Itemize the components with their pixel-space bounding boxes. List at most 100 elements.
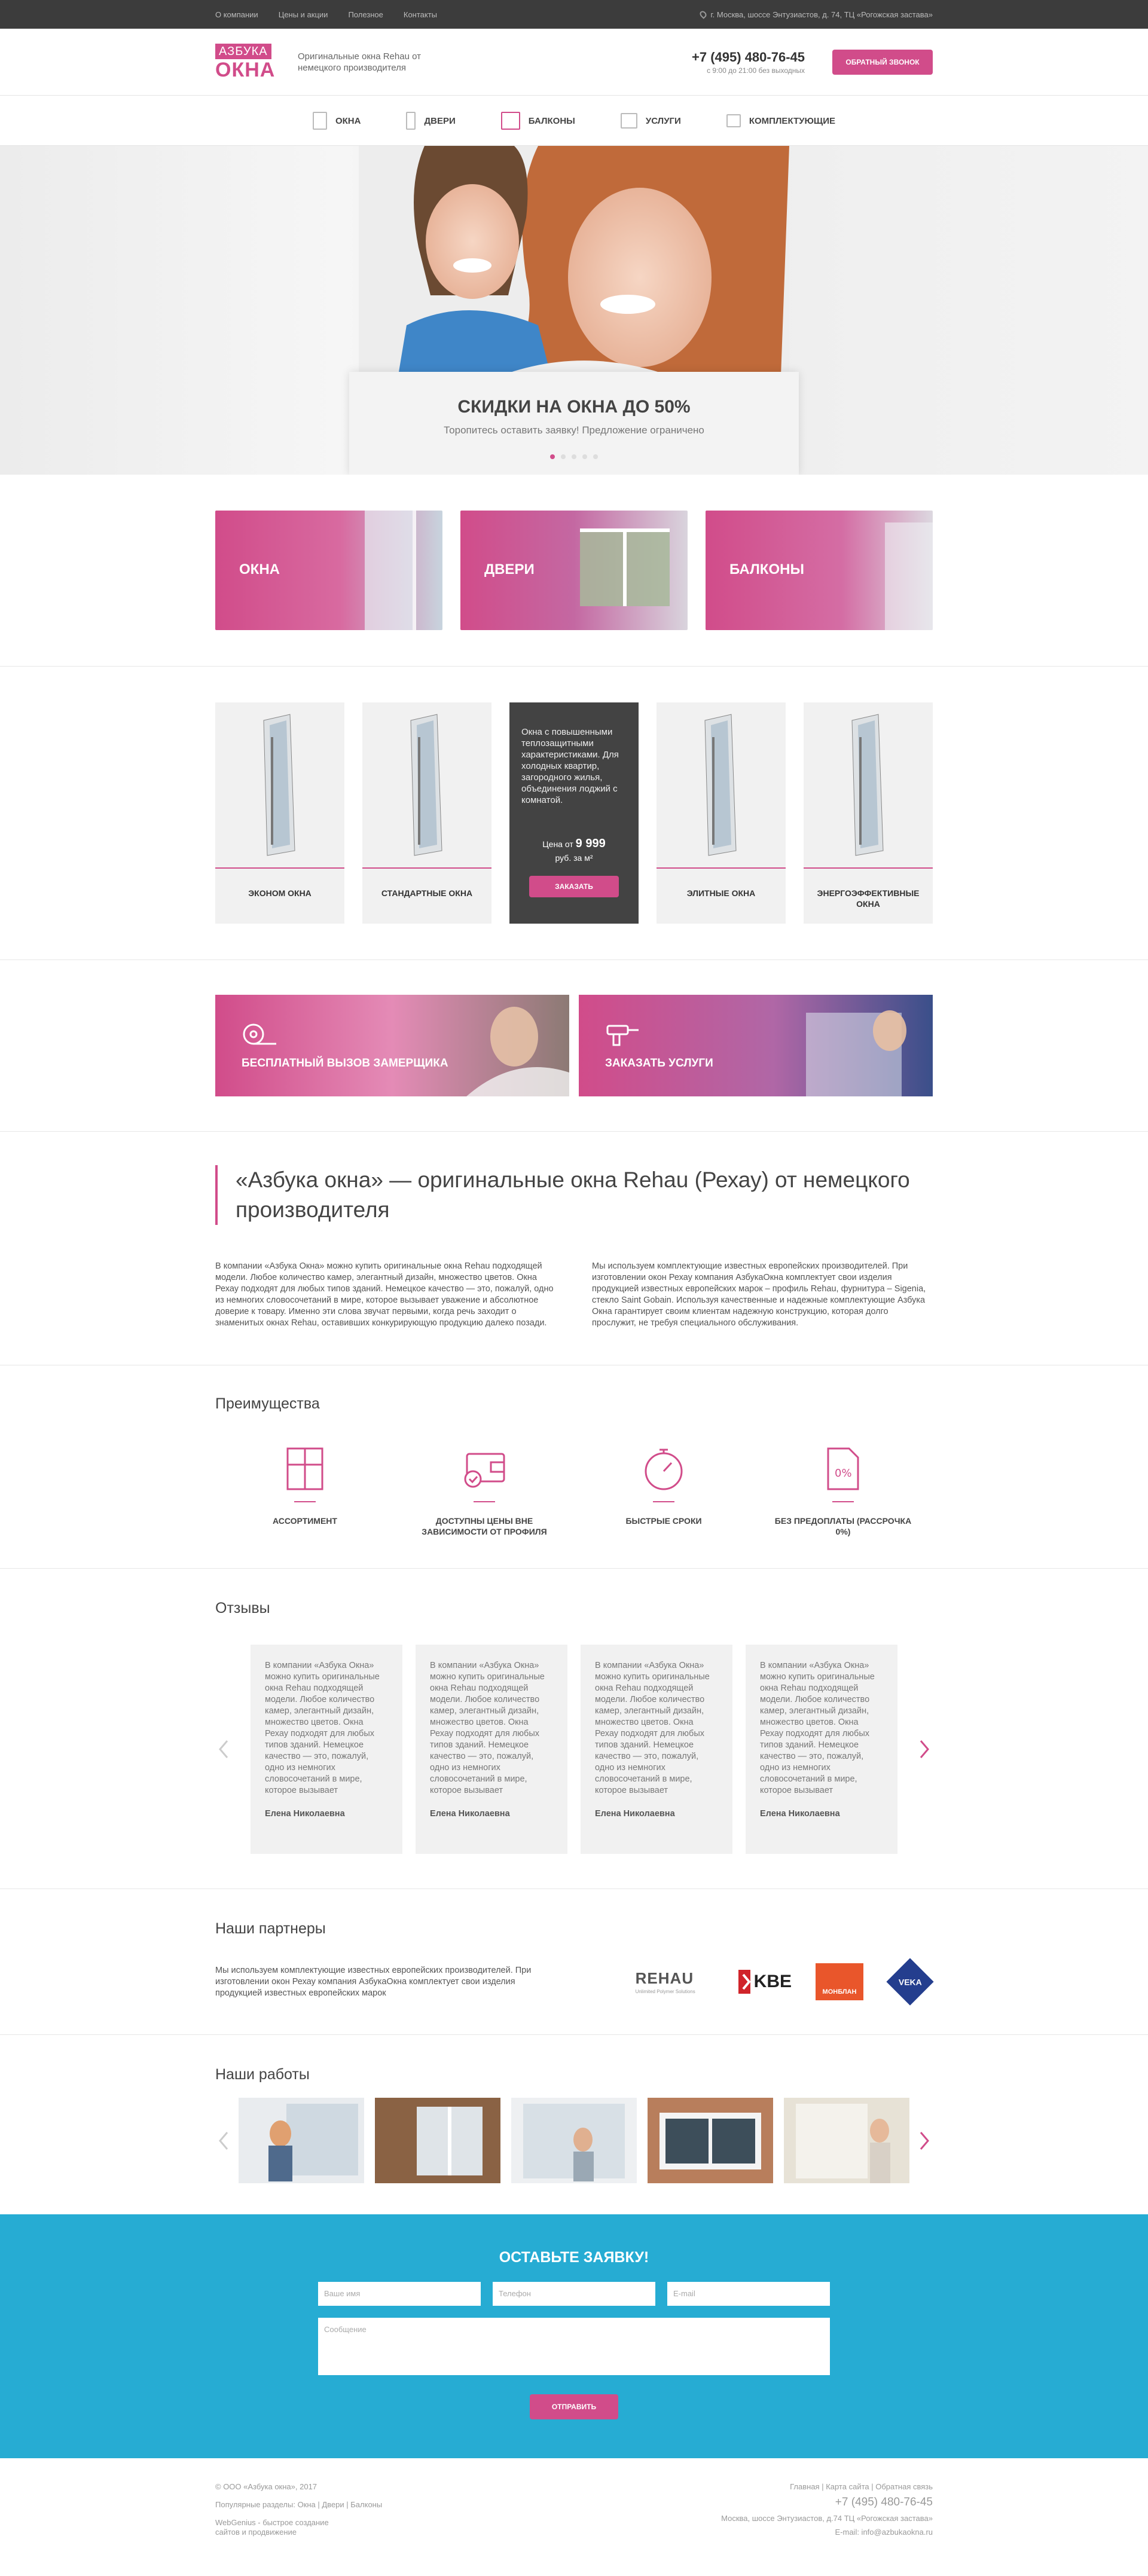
partners-title: Наши партнеры	[215, 1920, 326, 1937]
product-card-hover[interactable]: Окна с повышенными теплозащитными характ…	[509, 702, 639, 924]
works-prev-arrow[interactable]	[215, 2129, 232, 2153]
main-nav: Окна Двери Балконы Услуги Комплектующие	[0, 96, 1148, 146]
category-windows[interactable]: Окна	[215, 511, 442, 630]
review-card: В компании «Азбука Окна» можно купить ор…	[251, 1645, 402, 1854]
chevron-left-icon	[219, 2131, 228, 2150]
nav-services[interactable]: Услуги	[598, 113, 704, 129]
slider-dot[interactable]	[593, 454, 598, 459]
phone-input[interactable]: Телефон	[493, 2282, 655, 2306]
product-image	[657, 702, 786, 869]
product-name: Эконом окна	[248, 888, 312, 898]
review-author: Елена Николаевна	[595, 1809, 675, 1819]
banner-order-services[interactable]: Заказать услуги	[579, 995, 933, 1096]
product-card-elite[interactable]: Элитные окна	[657, 702, 786, 924]
review-text: В компании «Азбука Окна» можно купить ор…	[265, 1661, 380, 1795]
advantage-item: Ассортимент	[233, 1445, 377, 1537]
review-card: В компании «Азбука Окна» можно купить ор…	[416, 1645, 567, 1854]
advantage-label: Без предоплаты (рассрочка 0%)	[774, 1516, 912, 1536]
advantage-underline	[832, 1501, 854, 1502]
work-photo[interactable]	[239, 2098, 364, 2183]
work-hours: с 9:00 до 21:00 без выходных	[707, 66, 805, 75]
top-nav-prices[interactable]: Цены и акции	[279, 10, 328, 19]
advantage-label: Быстрые сроки	[625, 1516, 702, 1526]
top-nav-contacts[interactable]: Контакты	[404, 10, 437, 19]
footer-phone[interactable]: +7 (495) 480-76-45	[721, 2496, 933, 2509]
request-form: ОСТАВЬТЕ ЗАЯВКУ! Ваше имя Телефон E-mail…	[0, 2214, 1148, 2458]
submit-button[interactable]: Отправить	[530, 2394, 618, 2419]
price-label: Цена от	[542, 839, 573, 849]
slider-dots	[349, 454, 799, 459]
partner-logos: REHAU Unlimited Polymer Solutions KBE МО…	[636, 1958, 934, 2006]
slider-dot[interactable]	[550, 454, 555, 459]
footer-links[interactable]: Главная | Карта сайта | Обратная связь	[721, 2482, 933, 2491]
advantages-title: Преимущества	[215, 1395, 320, 1412]
window-frame-icon	[286, 1447, 323, 1490]
monblan-logo[interactable]: МОНБЛАН	[816, 1963, 863, 2000]
product-card-standard[interactable]: Стандартные окна	[362, 702, 491, 924]
work-photo[interactable]	[375, 2098, 500, 2183]
hero-caption: СКИДКИ НА ОКНА ДО 50% Торопитесь оставит…	[349, 372, 799, 475]
logo-line2: ОКНА	[215, 59, 276, 81]
header-contacts: +7 (495) 480-76-45 с 9:00 до 21:00 без в…	[692, 50, 805, 75]
kbe-logo[interactable]: KBE	[737, 1969, 792, 1995]
nav-parts[interactable]: Комплектующие	[704, 114, 858, 127]
hero-slider: СКИДКИ НА ОКНА ДО 50% Торопитесь оставит…	[0, 146, 1148, 475]
work-photo[interactable]	[784, 2098, 909, 2183]
about-title: «Азбука окна» — оригинальные окна Rehau …	[215, 1165, 933, 1225]
nav-doors[interactable]: Двери	[383, 112, 478, 130]
reviews-next-arrow[interactable]	[916, 1737, 933, 1761]
top-nav-about[interactable]: О компании	[215, 10, 258, 19]
banner-free-measurer-label: Бесплатный вызов замерщика	[242, 1057, 448, 1069]
product-price: Цена от 9 999	[509, 837, 639, 851]
review-text: В компании «Азбука Окна» можно купить ор…	[760, 1661, 875, 1795]
product-name: Энергоэффективные окна	[817, 888, 920, 909]
rehau-logo[interactable]: REHAU Unlimited Polymer Solutions	[636, 1969, 713, 1994]
works-title: Наши работы	[215, 2066, 310, 2083]
works-next-arrow[interactable]	[916, 2129, 933, 2153]
review-text: В компании «Азбука Окна» можно купить ор…	[430, 1661, 545, 1795]
nav-balconies[interactable]: Балконы	[478, 112, 598, 130]
header-phone[interactable]: +7 (495) 480-76-45	[692, 50, 805, 65]
logo[interactable]: АЗБУКА ОКНА	[215, 41, 276, 83]
footer-developer[interactable]: WebGenius - быстрое создание сайтов и пр…	[215, 2518, 329, 2537]
drill-icon	[606, 1025, 639, 1046]
slider-dot[interactable]	[561, 454, 566, 459]
product-card-energy[interactable]: Энергоэффективные окна	[804, 702, 933, 924]
services-icon	[620, 113, 637, 129]
about-text-left: В компании «Азбука Окна» можно купить ор…	[215, 1261, 554, 1328]
reviews-prev-arrow[interactable]	[215, 1737, 232, 1761]
order-button[interactable]: Заказать	[529, 876, 619, 897]
monblan-logo-text: МОНБЛАН	[822, 1988, 857, 1996]
advantage-item: Быстрые сроки	[592, 1445, 735, 1537]
email-input[interactable]: E-mail	[667, 2282, 830, 2306]
rehau-logo-subtitle: Unlimited Polymer Solutions	[635, 1989, 695, 1994]
review-author: Елена Николаевна	[430, 1809, 510, 1819]
product-name: Стандартные окна	[381, 888, 473, 898]
footer-address: Москва, шоссе Энтузиастов, д.74 ТЦ «Рого…	[721, 2514, 933, 2523]
slider-dot[interactable]	[582, 454, 587, 459]
work-photo[interactable]	[511, 2098, 637, 2183]
veka-logo[interactable]: VEKA	[886, 1958, 934, 2006]
top-nav-useful[interactable]: Полезное	[348, 10, 383, 19]
slider-dot[interactable]	[572, 454, 576, 459]
work-photo[interactable]	[648, 2098, 773, 2183]
header: АЗБУКА ОКНА Оригинальные окна Rehau от н…	[0, 29, 1148, 96]
category-balconies[interactable]: Балконы	[706, 511, 933, 630]
advantage-underline	[474, 1501, 495, 1502]
advantages-section: Преимущества Ассортимент Доступны цены в…	[215, 1365, 933, 1568]
footer-popular[interactable]: Популярные разделы: Окна | Двери | Балко…	[215, 2500, 382, 2510]
nav-windows[interactable]: Окна	[290, 112, 384, 130]
footer-email[interactable]: E-mail: info@azbukaokna.ru	[721, 2528, 933, 2537]
product-card-economy[interactable]: Эконом окна	[215, 702, 344, 924]
review-card: В компании «Азбука Окна» можно купить ор…	[581, 1645, 732, 1854]
balcony-icon	[500, 112, 520, 130]
chevron-right-icon	[920, 2131, 929, 2150]
name-input[interactable]: Ваше имя	[318, 2282, 481, 2306]
message-textarea[interactable]: Сообщение	[318, 2318, 830, 2375]
banner-order-services-label: Заказать услуги	[605, 1057, 713, 1069]
reviews-section: Отзывы В компании «Азбука Окна» можно ку…	[215, 1569, 933, 1889]
callback-button[interactable]: Обратный звонок	[832, 50, 933, 75]
banner-free-measurer[interactable]: Бесплатный вызов замерщика	[215, 995, 569, 1096]
product-image	[362, 702, 491, 869]
category-doors[interactable]: Двери	[460, 511, 688, 630]
